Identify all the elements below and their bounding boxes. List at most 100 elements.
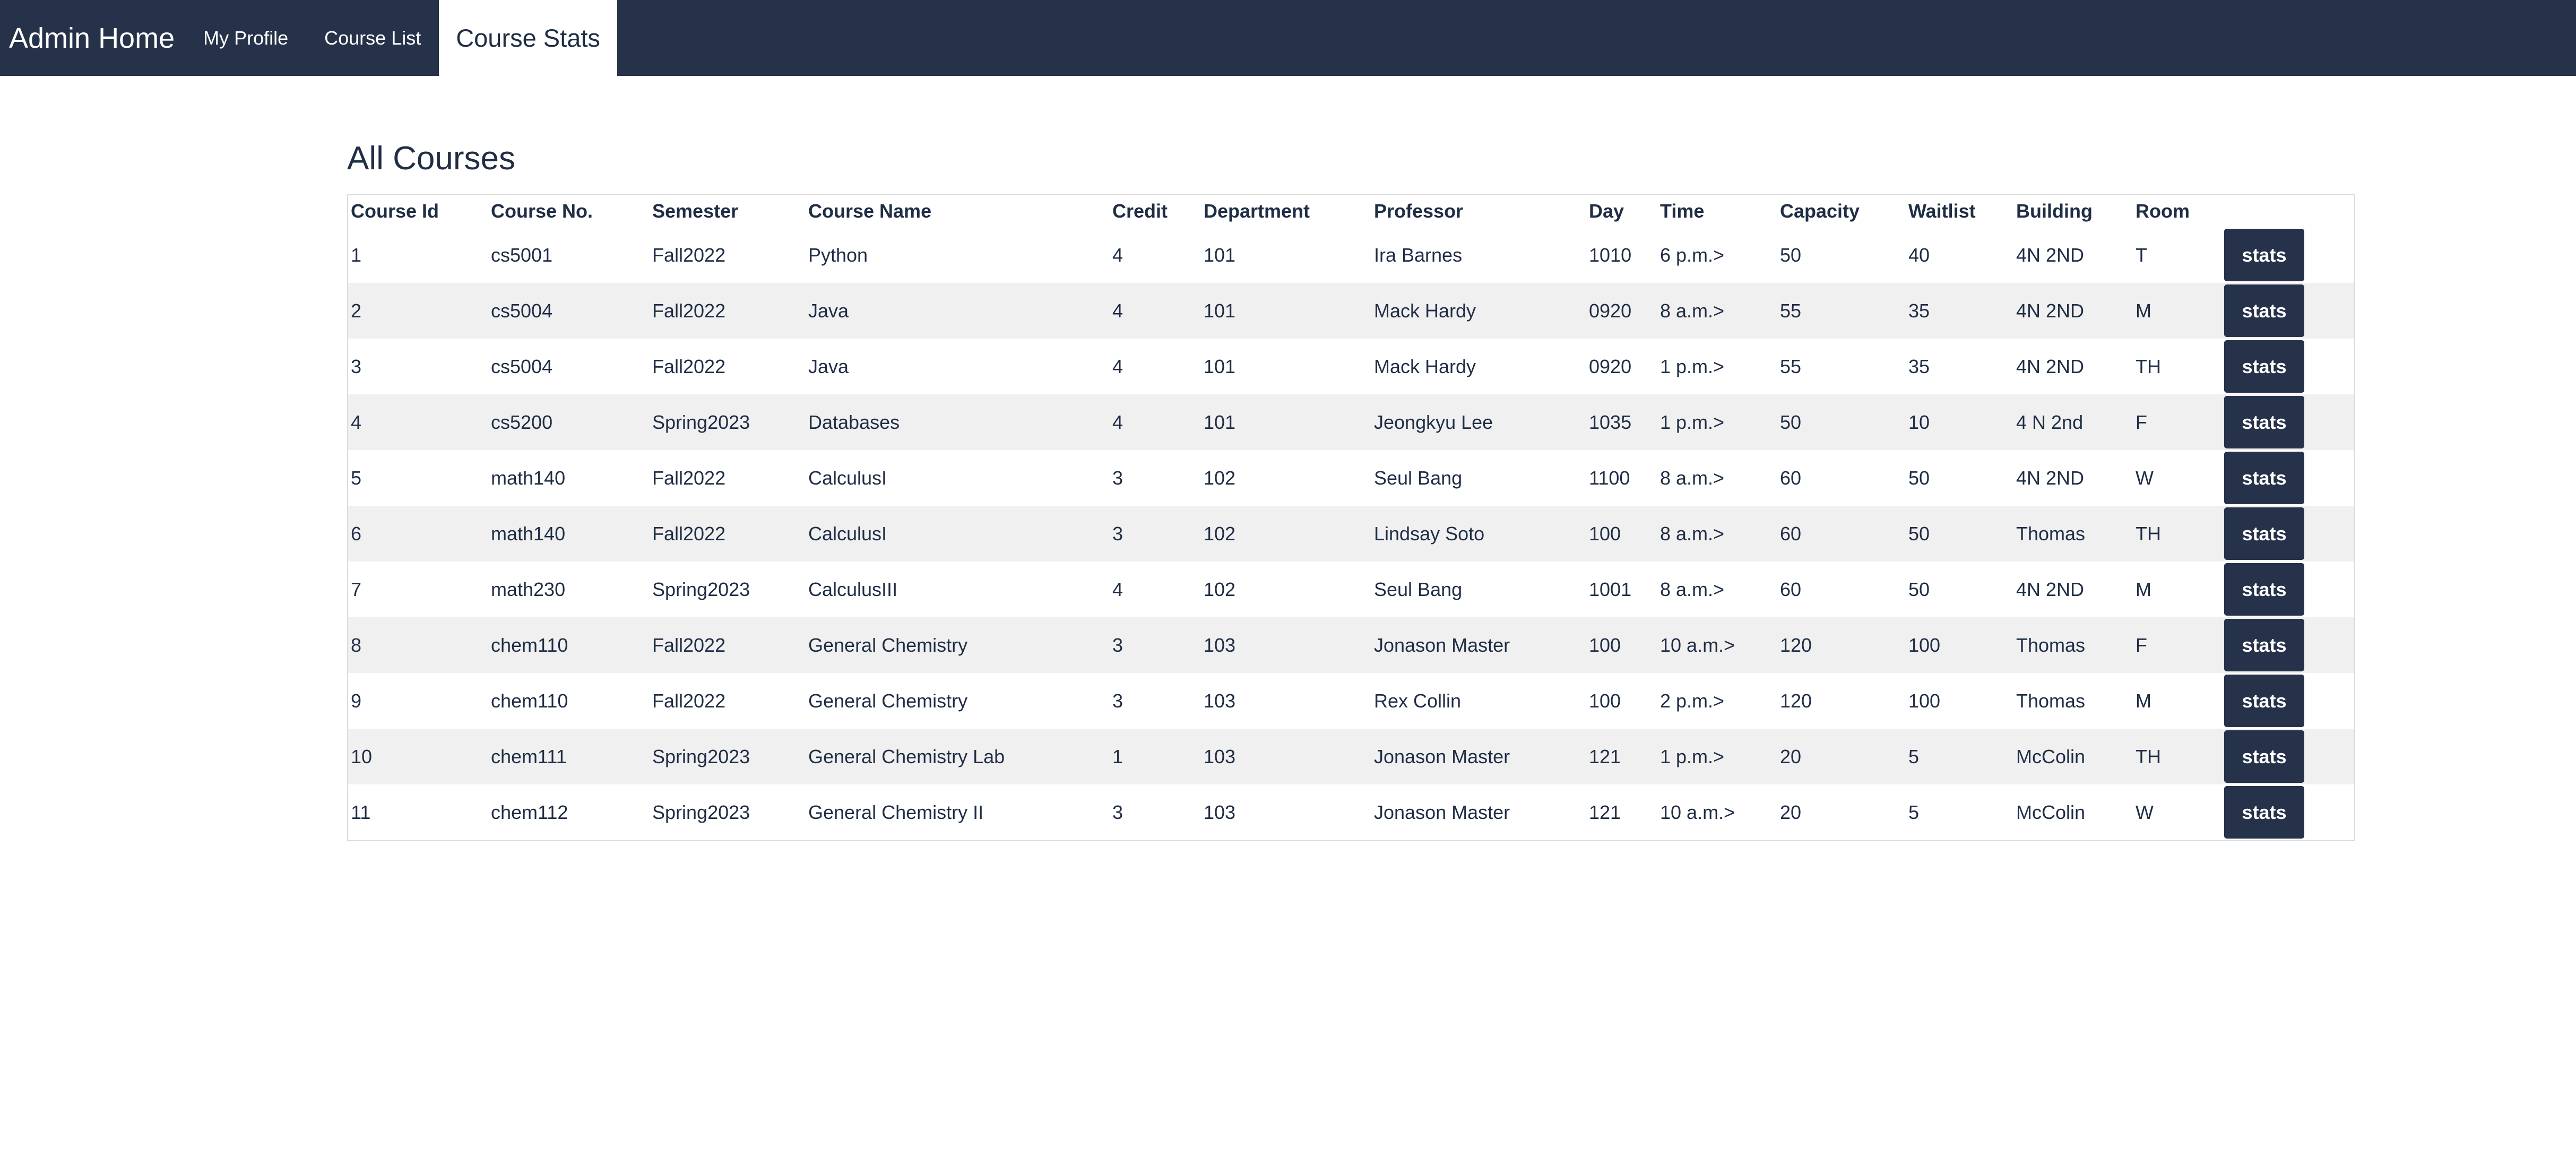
table-row: 3 cs5004 Fall2022 Java 4 101 Mack Hardy 0920 1 p… (348, 339, 2355, 394)
cell-room: M (2136, 689, 2151, 712)
cell-actions: stats (2221, 394, 2355, 450)
cell-room: M (2136, 578, 2151, 600)
cell-building: Thomas (2016, 689, 2086, 712)
cell-course-id: 3 (351, 355, 362, 377)
cell-course-id: 9 (351, 689, 362, 712)
cell-credit: 4 (1112, 244, 1123, 266)
stats-button[interactable]: stats (2224, 786, 2304, 839)
cell-day: 1100 (1589, 467, 1630, 489)
cell-waitlist: 35 (1908, 299, 1930, 322)
col-header-course-name: Course Name (808, 200, 932, 222)
cell-day: 100 (1589, 689, 1621, 712)
col-header-waitlist: Waitlist (1908, 200, 1976, 222)
cell-course-id: 8 (351, 634, 362, 656)
col-header-room: Room (2136, 200, 2190, 222)
cell-capacity: 55 (1780, 299, 1802, 322)
col-header-credit: Credit (1112, 200, 1168, 222)
cell-department: 101 (1204, 411, 1236, 433)
table-row: 1 cs5001 Fall2022 Python 4 101 Ira Barnes 1010 6… (348, 227, 2355, 283)
cell-day: 0920 (1589, 299, 1632, 322)
stats-button[interactable]: stats (2224, 229, 2304, 281)
col-header-course-id: Course Id (351, 200, 439, 222)
cell-course-name: General Chemistry (808, 634, 968, 656)
table-row: 10 chem111 Spring2023 General Chemistry Lab… (348, 729, 2355, 784)
cell-department: 102 (1204, 522, 1236, 545)
col-header-professor: Professor (1374, 200, 1464, 222)
cell-semester: Fall2022 (652, 522, 726, 545)
cell-time: 1 p.m.> (1660, 355, 1725, 377)
cell-waitlist: 5 (1908, 801, 1920, 823)
table-row: 4 cs5200 Spring2023 Databases 4 101 Jeongkyu L… (348, 394, 2355, 450)
table-row: 7 math230 Spring2023 CalculusIII 4 102 Seul Ba… (348, 562, 2355, 617)
cell-building: 4N 2ND (2016, 355, 2085, 377)
cell-building: McColin (2016, 801, 2086, 823)
cell-time: 8 a.m.> (1660, 578, 1725, 600)
cell-semester: Fall2022 (652, 299, 726, 322)
cell-time: 1 p.m.> (1660, 745, 1725, 767)
cell-room: T (2136, 244, 2147, 266)
cell-professor: Jeongkyu Lee (1374, 411, 1493, 433)
cell-semester: Fall2022 (652, 244, 726, 266)
stats-button[interactable]: stats (2224, 340, 2304, 393)
cell-day: 1010 (1589, 244, 1632, 266)
cell-capacity: 60 (1780, 467, 1802, 489)
cell-professor: Mack Hardy (1374, 355, 1476, 377)
cell-room: F (2136, 411, 2147, 433)
cell-course-name: General Chemistry II (808, 801, 984, 823)
col-header-actions (2221, 195, 2355, 227)
stats-button[interactable]: stats (2224, 396, 2304, 448)
cell-waitlist: 5 (1908, 745, 1920, 767)
cell-building: 4N 2ND (2016, 467, 2085, 489)
cell-professor: Jonason Master (1374, 634, 1510, 656)
nav-course-stats-tab[interactable]: Course Stats (439, 0, 617, 76)
page-title: All Courses (347, 140, 515, 177)
cell-capacity: 50 (1780, 244, 1802, 266)
stats-button[interactable]: stats (2224, 507, 2304, 560)
cell-course-name: General Chemistry Lab (808, 745, 1005, 767)
stats-button[interactable]: stats (2224, 284, 2304, 337)
cell-course-id: 2 (351, 299, 362, 322)
cell-actions: stats (2221, 617, 2355, 673)
col-header-time: Time (1660, 200, 1705, 222)
cell-course-id: 1 (351, 244, 362, 266)
stats-button[interactable]: stats (2224, 452, 2304, 504)
cell-course-id: 4 (351, 411, 362, 433)
stats-button[interactable]: stats (2224, 619, 2304, 671)
cell-semester: Fall2022 (652, 355, 726, 377)
cell-waitlist: 50 (1908, 578, 1930, 600)
stats-button[interactable]: stats (2224, 563, 2304, 616)
cell-semester: Fall2022 (652, 467, 726, 489)
cell-time: 1 p.m.> (1660, 411, 1725, 433)
cell-course-no: cs5001 (491, 244, 553, 266)
cell-department: 102 (1204, 578, 1236, 600)
table-body: 1 cs5001 Fall2022 Python 4 101 Ira Barnes 1010 6… (348, 227, 2355, 841)
cell-department: 103 (1204, 634, 1236, 656)
cell-semester: Spring2023 (652, 801, 750, 823)
cell-department: 103 (1204, 801, 1236, 823)
cell-waitlist: 50 (1908, 467, 1930, 489)
cell-course-name: Databases (808, 411, 900, 433)
cell-credit: 4 (1112, 411, 1123, 433)
top-navbar: Admin Home My Profile Course List Course… (0, 0, 2576, 76)
cell-course-id: 6 (351, 522, 362, 545)
table-header-row: Course Id Course No. Semester Course Nam… (348, 195, 2355, 227)
cell-time: 10 a.m.> (1660, 801, 1735, 823)
nav-admin-home-link[interactable]: Admin Home (0, 0, 185, 76)
cell-department: 103 (1204, 745, 1236, 767)
nav-course-list-link[interactable]: Course List (306, 0, 439, 76)
stats-button[interactable]: stats (2224, 730, 2304, 783)
cell-semester: Fall2022 (652, 689, 726, 712)
cell-building: Thomas (2016, 522, 2086, 545)
cell-credit: 4 (1112, 355, 1123, 377)
table-row: 11 chem112 Spring2023 General Chemistry II 3… (348, 784, 2355, 841)
cell-capacity: 50 (1780, 411, 1802, 433)
cell-course-no: math140 (491, 522, 566, 545)
nav-my-profile-link[interactable]: My Profile (185, 0, 306, 76)
cell-professor: Mack Hardy (1374, 299, 1476, 322)
cell-department: 101 (1204, 355, 1236, 377)
cell-professor: Seul Bang (1374, 467, 1463, 489)
cell-course-id: 11 (351, 801, 371, 823)
stats-button[interactable]: stats (2224, 675, 2304, 727)
cell-actions: stats (2221, 227, 2355, 283)
cell-credit: 3 (1112, 801, 1123, 823)
